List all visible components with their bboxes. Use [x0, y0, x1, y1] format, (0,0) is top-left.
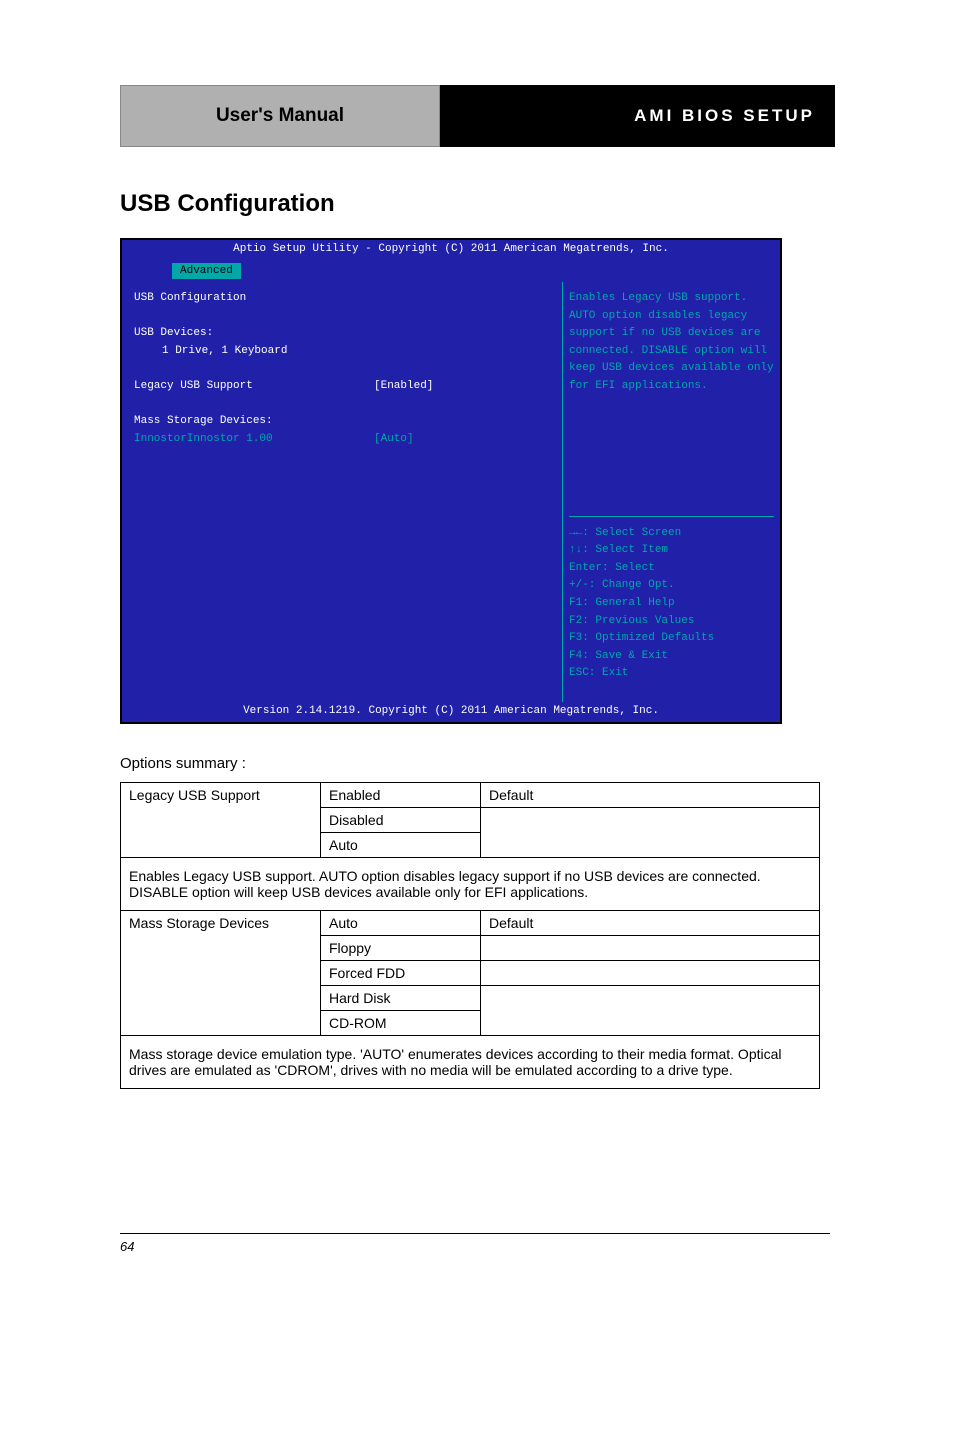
cell-mass-auto: Auto: [321, 911, 481, 936]
bios-heading: USB Configuration: [134, 290, 550, 308]
manual-title-box: User's Manual: [120, 85, 440, 147]
cell-cdrom: CD-ROM: [321, 1011, 481, 1036]
bios-mass-label: Mass Storage Devices:: [134, 413, 550, 431]
bios-mass-item-label[interactable]: InnostorInnostor 1.00: [134, 431, 374, 449]
section-name-box: AMI BIOS SETUP: [440, 85, 835, 147]
key-f4: F4: Save & Exit: [569, 648, 774, 666]
key-select-item: ↑↓: Select Item: [569, 542, 774, 560]
bios-legacy-value[interactable]: [Enabled]: [374, 378, 433, 396]
bios-help-text: Enables Legacy USB support. AUTO option …: [569, 290, 774, 396]
key-f1: F1: General Help: [569, 595, 774, 613]
cell-empty-1: [481, 808, 820, 858]
bios-title-bar: Aptio Setup Utility - Copyright (C) 2011…: [122, 240, 780, 260]
cell-auto: Auto: [321, 833, 481, 858]
options-table: Legacy USB Support Enabled Default Disab…: [120, 782, 820, 1089]
cell-legacy-desc: Enables Legacy USB support. AUTO option …: [121, 858, 820, 911]
bios-keys-panel: →←: Select Screen ↑↓: Select Item Enter:…: [569, 516, 774, 683]
key-change-opt: +/-: Change Opt.: [569, 577, 774, 595]
cell-enabled: Enabled: [321, 783, 481, 808]
table-row: Legacy USB Support Enabled Default: [121, 783, 820, 808]
cell-empty-4: [481, 986, 820, 1036]
bios-tab-advanced[interactable]: Advanced: [172, 263, 241, 279]
page-header: User's Manual AMI BIOS SETUP: [120, 85, 835, 147]
bios-mass-item-value[interactable]: [Auto]: [374, 431, 414, 449]
bios-legacy-label[interactable]: Legacy USB Support: [134, 378, 374, 396]
key-f2: F2: Previous Values: [569, 613, 774, 631]
cell-default-1: Default: [481, 783, 820, 808]
bios-version-bar: Version 2.14.1219. Copyright (C) 2011 Am…: [122, 702, 780, 722]
cell-mass-desc: Mass storage device emulation type. 'AUT…: [121, 1036, 820, 1089]
bios-left-panel: USB Configuration USB Devices: 1 Drive, …: [122, 282, 562, 702]
cell-disabled: Disabled: [321, 808, 481, 833]
table-row: Mass storage device emulation type. 'AUT…: [121, 1036, 820, 1089]
bios-screenshot: Aptio Setup Utility - Copyright (C) 2011…: [120, 238, 782, 724]
bios-devices-value: 1 Drive, 1 Keyboard: [134, 343, 550, 361]
cell-mass-label: Mass Storage Devices: [121, 911, 321, 1036]
key-f3: F3: Optimized Defaults: [569, 630, 774, 648]
key-enter: Enter: Select: [569, 560, 774, 578]
table-row: Enables Legacy USB support. AUTO option …: [121, 858, 820, 911]
key-esc: ESC: Exit: [569, 665, 774, 683]
cell-legacy-label: Legacy USB Support: [121, 783, 321, 858]
section-title: USB Configuration: [120, 190, 335, 218]
cell-default-2: Default: [481, 911, 820, 936]
bios-tab-row: Advanced: [122, 260, 780, 282]
options-summary-label: Options summary :: [120, 755, 246, 772]
table-row: Mass Storage Devices Auto Default: [121, 911, 820, 936]
bios-devices-label: USB Devices:: [134, 325, 550, 343]
cell-forced-fdd: Forced FDD: [321, 961, 481, 986]
key-select-screen: →←: Select Screen: [569, 525, 774, 543]
cell-floppy: Floppy: [321, 936, 481, 961]
page-number: 64: [120, 1239, 134, 1254]
cell-empty-2: [481, 936, 820, 961]
footer-rule: [120, 1233, 830, 1234]
cell-hard-disk: Hard Disk: [321, 986, 481, 1011]
cell-empty-3: [481, 961, 820, 986]
bios-right-panel: Enables Legacy USB support. AUTO option …: [562, 282, 780, 702]
